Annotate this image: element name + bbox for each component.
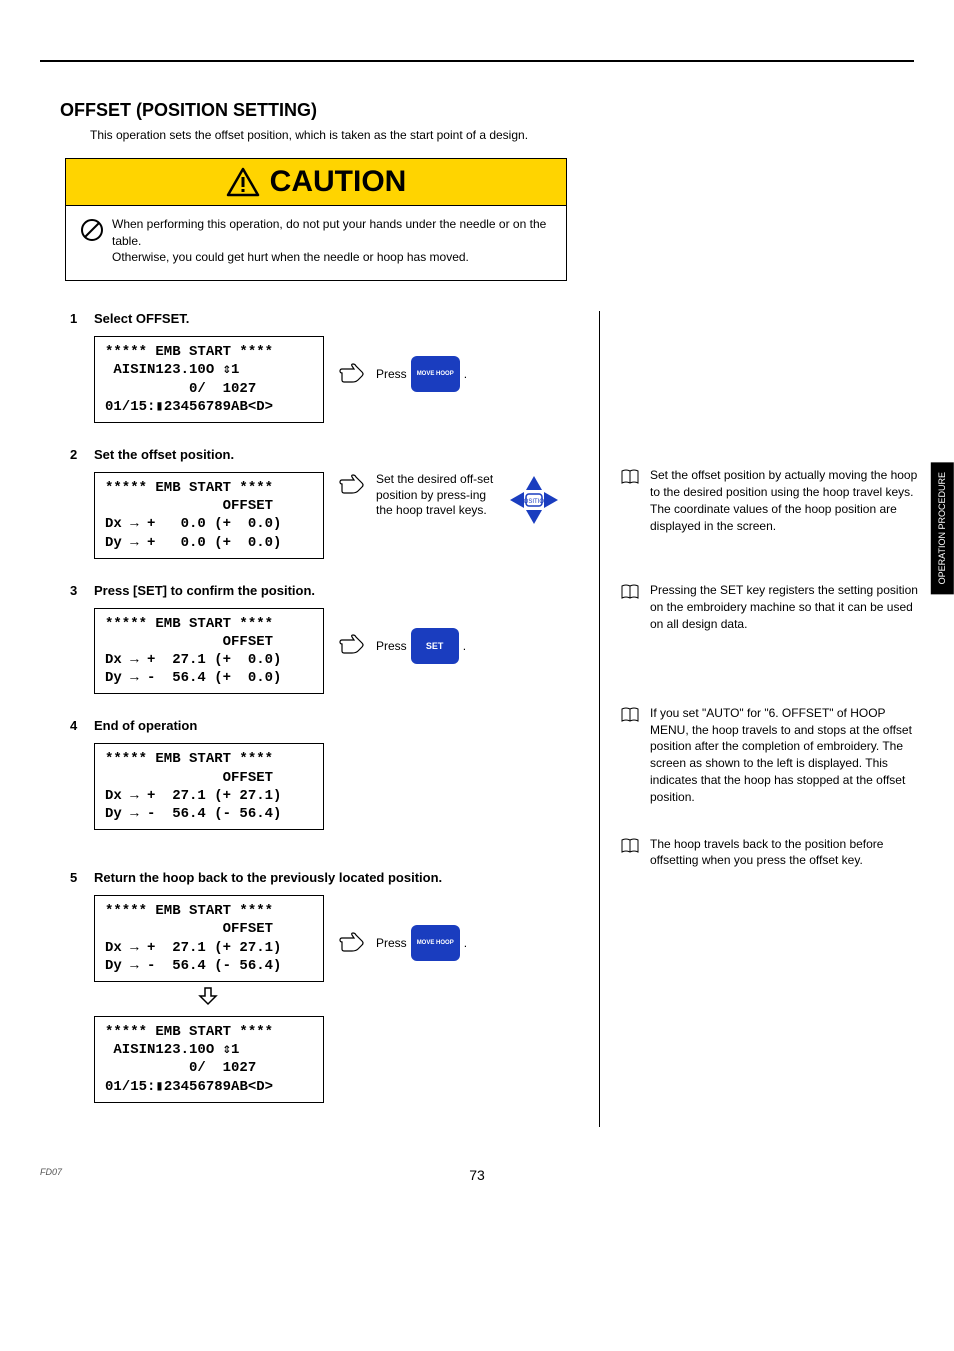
book-icon <box>620 707 640 728</box>
step-1: 1 Select OFFSET. ***** EMB START **** AI… <box>40 311 579 423</box>
page-footer: FD07 73 <box>40 1167 914 1183</box>
step-3-num: 3 <box>70 583 94 598</box>
sidenote-4: If you set "AUTO" for "6. OFFSET" of HOO… <box>620 705 920 806</box>
step-1-num: 1 <box>70 311 94 326</box>
step-3-press: Press <box>376 639 407 653</box>
step-4-head: End of operation <box>94 718 197 733</box>
move-hoop-label: MOVE HOOP <box>417 940 454 946</box>
hand-pointer-icon <box>338 932 366 955</box>
step-5-lcd-1: ***** EMB START **** OFFSET Dx → + 27.1 … <box>94 895 324 982</box>
move-hoop-label: MOVE HOOP <box>417 371 454 377</box>
step-2: 2 Set the offset position. ***** EMB STA… <box>40 447 579 559</box>
sidenote-5-text: The hoop travels back to the position be… <box>650 836 920 870</box>
warning-triangle-icon <box>226 167 260 197</box>
step-2-instr: Set the desired off-set position by pres… <box>376 472 496 519</box>
step-2-num: 2 <box>70 447 94 462</box>
step-3-lcd: ***** EMB START **** OFFSET Dx → + 27.1 … <box>94 608 324 695</box>
sidenote-3: Pressing the SET key registers the setti… <box>620 582 920 632</box>
book-icon <box>620 469 640 490</box>
hand-pointer-icon <box>338 474 366 497</box>
step-1-press: Press <box>376 367 407 381</box>
caution-word: CAUTION <box>270 165 407 199</box>
book-icon <box>620 838 640 859</box>
step-5-num: 5 <box>70 870 94 885</box>
move-hoop-button[interactable]: MOVE HOOP <box>411 356 460 392</box>
down-arrow-icon <box>94 986 322 1012</box>
caution-body-text: When performing this operation, do not p… <box>112 216 552 266</box>
step-4: 4 End of operation ***** EMB START **** … <box>40 718 579 830</box>
step-1-head: Select OFFSET. <box>94 311 189 326</box>
sidenote-2: Set the offset position by actually movi… <box>620 467 920 534</box>
step-3-head: Press [SET] to confirm the position. <box>94 583 315 598</box>
caution-line1: When performing this operation, do not p… <box>112 216 552 250</box>
caution-header: CAUTION <box>66 159 566 206</box>
step-3: 3 Press [SET] to confirm the position. *… <box>40 583 579 695</box>
step-5-dot: . <box>464 936 467 950</box>
move-hoop-button[interactable]: MOVE HOOP <box>411 925 460 961</box>
prohibition-icon <box>80 218 104 266</box>
step-2-lcd: ***** EMB START **** OFFSET Dx → + 0.0 (… <box>94 472 324 559</box>
step-3-dot: . <box>463 639 466 653</box>
page-number: 73 <box>469 1167 485 1183</box>
step-1-dot: . <box>464 367 467 381</box>
footer-code: FD07 <box>40 1167 62 1177</box>
caution-box: CAUTION When performing this operation, … <box>65 158 567 281</box>
step-1-lcd: ***** EMB START **** AISIN123.10O ⇕1 0/ … <box>94 336 324 423</box>
book-icon <box>620 584 640 605</box>
hoop-travel-keys-icon[interactable]: POSITION <box>506 472 562 531</box>
set-button[interactable]: SET <box>411 628 459 664</box>
sidenote-5: The hoop travels back to the position be… <box>620 836 920 870</box>
step-5-head: Return the hoop back to the previously l… <box>94 870 442 885</box>
svg-text:POSITION: POSITION <box>520 499 549 505</box>
sidenote-4-text: If you set "AUTO" for "6. OFFSET" of HOO… <box>650 705 920 806</box>
hand-pointer-icon <box>338 363 366 386</box>
step-5-press: Press <box>376 936 407 950</box>
sidenote-3-text: Pressing the SET key registers the setti… <box>650 582 920 632</box>
caution-line2: Otherwise, you could get hurt when the n… <box>112 249 552 266</box>
step-5-lcd-2: ***** EMB START **** AISIN123.10O ⇕1 0/ … <box>94 1016 324 1103</box>
set-button-label: SET <box>426 641 444 651</box>
step-5: 5 Return the hoop back to the previously… <box>40 870 579 1103</box>
side-tab: OPERATION PROCEDURE <box>931 462 954 594</box>
step-2-head: Set the offset position. <box>94 447 234 462</box>
section-title: OFFSET (POSITION SETTING) <box>60 100 914 121</box>
step-4-num: 4 <box>70 718 94 733</box>
sidenote-2-text: Set the offset position by actually movi… <box>650 467 920 534</box>
intro-text: This operation sets the offset position,… <box>90 127 560 144</box>
hand-pointer-icon <box>338 634 366 657</box>
step-4-lcd: ***** EMB START **** OFFSET Dx → + 27.1 … <box>94 743 324 830</box>
